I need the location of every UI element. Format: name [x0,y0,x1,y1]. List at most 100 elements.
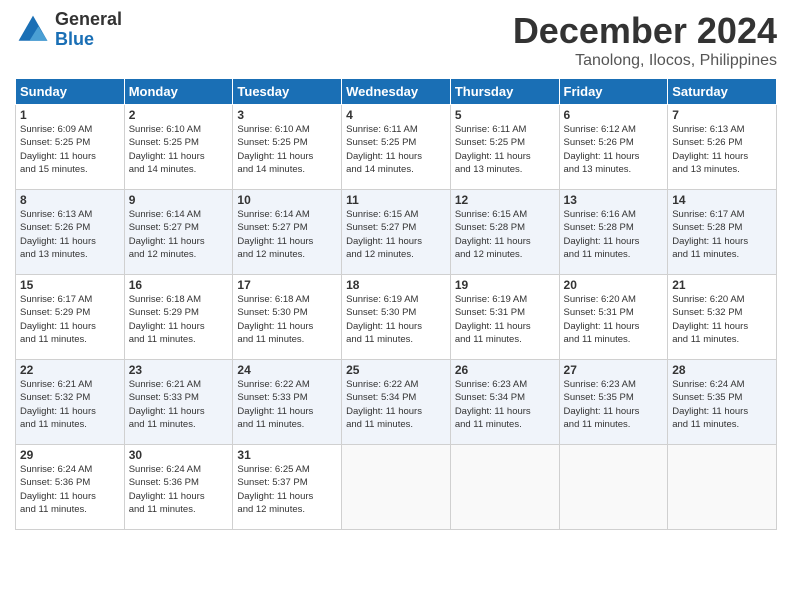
calendar-cell: 26 Sunrise: 6:23 AM Sunset: 5:34 PM Dayl… [450,360,559,445]
day-number: 20 [564,278,664,292]
sunset-label: Sunset: 5:26 PM [672,137,742,148]
daylight-minutes: and 11 minutes. [20,419,87,430]
sunset-label: Sunset: 5:34 PM [346,392,416,403]
calendar-cell: 24 Sunrise: 6:22 AM Sunset: 5:33 PM Dayl… [233,360,342,445]
sunrise-label: Sunrise: 6:23 AM [455,379,527,390]
calendar-cell: 12 Sunrise: 6:15 AM Sunset: 5:28 PM Dayl… [450,190,559,275]
daylight-minutes: and 11 minutes. [564,249,631,260]
day-info: Sunrise: 6:09 AM Sunset: 5:25 PM Dayligh… [20,123,120,176]
daylight-minutes: and 11 minutes. [129,334,196,345]
daylight-label: Daylight: 11 hours [564,151,640,162]
sunrise-label: Sunrise: 6:15 AM [346,209,418,220]
calendar-cell: 22 Sunrise: 6:21 AM Sunset: 5:32 PM Dayl… [16,360,125,445]
calendar-cell: 2 Sunrise: 6:10 AM Sunset: 5:25 PM Dayli… [124,105,233,190]
calendar-week-1: 1 Sunrise: 6:09 AM Sunset: 5:25 PM Dayli… [16,105,777,190]
daylight-minutes: and 11 minutes. [672,419,739,430]
logo-general-text: General [55,10,122,30]
daylight-label: Daylight: 11 hours [672,151,748,162]
calendar-cell: 8 Sunrise: 6:13 AM Sunset: 5:26 PM Dayli… [16,190,125,275]
day-info: Sunrise: 6:21 AM Sunset: 5:33 PM Dayligh… [129,378,229,431]
day-number: 27 [564,363,664,377]
daylight-label: Daylight: 11 hours [672,321,748,332]
daylight-label: Daylight: 11 hours [129,151,205,162]
calendar-cell: 21 Sunrise: 6:20 AM Sunset: 5:32 PM Dayl… [668,275,777,360]
daylight-minutes: and 14 minutes. [129,164,197,175]
daylight-minutes: and 12 minutes. [237,504,305,515]
day-number: 10 [237,193,337,207]
sunset-label: Sunset: 5:30 PM [346,307,416,318]
day-info: Sunrise: 6:21 AM Sunset: 5:32 PM Dayligh… [20,378,120,431]
sunset-label: Sunset: 5:29 PM [129,307,199,318]
sunrise-label: Sunrise: 6:11 AM [455,124,527,135]
sunset-label: Sunset: 5:36 PM [20,477,90,488]
day-number: 1 [20,108,120,122]
sunset-label: Sunset: 5:25 PM [20,137,90,148]
weekday-header-row: SundayMondayTuesdayWednesdayThursdayFrid… [16,79,777,105]
day-number: 19 [455,278,555,292]
sunrise-label: Sunrise: 6:14 AM [237,209,309,220]
daylight-minutes: and 11 minutes. [237,334,304,345]
daylight-label: Daylight: 11 hours [129,491,205,502]
day-info: Sunrise: 6:24 AM Sunset: 5:36 PM Dayligh… [129,463,229,516]
sunset-label: Sunset: 5:31 PM [564,307,634,318]
calendar-cell [668,445,777,530]
calendar-cell: 16 Sunrise: 6:18 AM Sunset: 5:29 PM Dayl… [124,275,233,360]
daylight-minutes: and 11 minutes. [672,334,739,345]
daylight-minutes: and 11 minutes. [672,249,739,260]
calendar-week-5: 29 Sunrise: 6:24 AM Sunset: 5:36 PM Dayl… [16,445,777,530]
calendar-cell: 30 Sunrise: 6:24 AM Sunset: 5:36 PM Dayl… [124,445,233,530]
sunrise-label: Sunrise: 6:18 AM [237,294,309,305]
daylight-label: Daylight: 11 hours [20,491,96,502]
daylight-label: Daylight: 11 hours [129,236,205,247]
logo-blue-text: Blue [55,30,122,50]
daylight-label: Daylight: 11 hours [564,236,640,247]
daylight-minutes: and 11 minutes. [20,504,87,515]
day-info: Sunrise: 6:14 AM Sunset: 5:27 PM Dayligh… [237,208,337,261]
sunset-label: Sunset: 5:25 PM [346,137,416,148]
day-number: 28 [672,363,772,377]
calendar-cell: 28 Sunrise: 6:24 AM Sunset: 5:35 PM Dayl… [668,360,777,445]
calendar-cell [450,445,559,530]
day-number: 12 [455,193,555,207]
daylight-label: Daylight: 11 hours [346,151,422,162]
day-number: 9 [129,193,229,207]
daylight-minutes: and 13 minutes. [455,164,523,175]
sunset-label: Sunset: 5:26 PM [20,222,90,233]
day-number: 23 [129,363,229,377]
daylight-label: Daylight: 11 hours [346,321,422,332]
calendar-cell: 1 Sunrise: 6:09 AM Sunset: 5:25 PM Dayli… [16,105,125,190]
weekday-header-thursday: Thursday [450,79,559,105]
calendar-cell: 11 Sunrise: 6:15 AM Sunset: 5:27 PM Dayl… [342,190,451,275]
sunrise-label: Sunrise: 6:17 AM [672,209,744,220]
sunset-label: Sunset: 5:27 PM [346,222,416,233]
weekday-header-sunday: Sunday [16,79,125,105]
sunrise-label: Sunrise: 6:15 AM [455,209,527,220]
day-info: Sunrise: 6:10 AM Sunset: 5:25 PM Dayligh… [237,123,337,176]
sunset-label: Sunset: 5:35 PM [672,392,742,403]
daylight-label: Daylight: 11 hours [455,406,531,417]
sunset-label: Sunset: 5:26 PM [564,137,634,148]
sunrise-label: Sunrise: 6:14 AM [129,209,201,220]
sunrise-label: Sunrise: 6:19 AM [455,294,527,305]
sunset-label: Sunset: 5:31 PM [455,307,525,318]
calendar-cell: 9 Sunrise: 6:14 AM Sunset: 5:27 PM Dayli… [124,190,233,275]
sunset-label: Sunset: 5:25 PM [129,137,199,148]
day-info: Sunrise: 6:23 AM Sunset: 5:35 PM Dayligh… [564,378,664,431]
day-number: 15 [20,278,120,292]
daylight-label: Daylight: 11 hours [129,406,205,417]
sunrise-label: Sunrise: 6:23 AM [564,379,636,390]
daylight-label: Daylight: 11 hours [20,151,96,162]
day-info: Sunrise: 6:24 AM Sunset: 5:36 PM Dayligh… [20,463,120,516]
calendar-cell: 15 Sunrise: 6:17 AM Sunset: 5:29 PM Dayl… [16,275,125,360]
sunset-label: Sunset: 5:25 PM [237,137,307,148]
day-number: 8 [20,193,120,207]
sunrise-label: Sunrise: 6:11 AM [346,124,418,135]
daylight-label: Daylight: 11 hours [455,151,531,162]
daylight-label: Daylight: 11 hours [237,406,313,417]
day-number: 3 [237,108,337,122]
calendar-cell: 3 Sunrise: 6:10 AM Sunset: 5:25 PM Dayli… [233,105,342,190]
weekday-header-saturday: Saturday [668,79,777,105]
sunrise-label: Sunrise: 6:24 AM [672,379,744,390]
day-info: Sunrise: 6:11 AM Sunset: 5:25 PM Dayligh… [455,123,555,176]
logo-icon [15,12,51,48]
